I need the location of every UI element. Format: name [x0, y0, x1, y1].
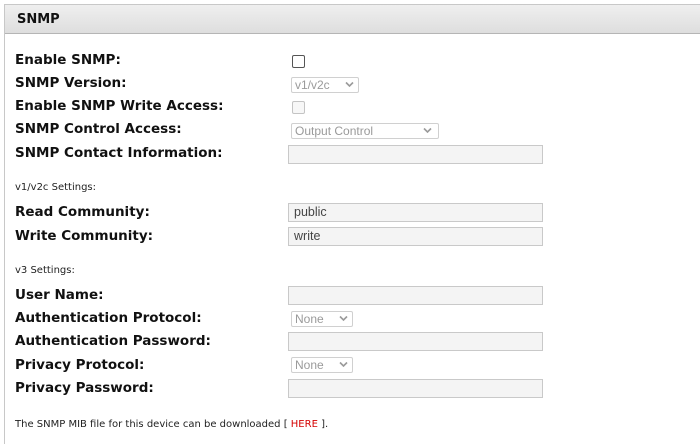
enable-write-access-label: Enable SNMP Write Access: [15, 98, 224, 114]
read-community-input[interactable]: public [288, 203, 543, 222]
footer-text-after: ]. [317, 419, 329, 430]
control-access-value: Output Control [295, 124, 374, 138]
privacy-password-label: Privacy Password: [15, 380, 154, 396]
write-community-input[interactable]: write [288, 227, 543, 246]
auth-protocol-select[interactable]: None [291, 311, 353, 327]
user-name-label: User Name: [15, 287, 104, 303]
footer-text-before: The SNMP MIB file for this device can be… [15, 419, 291, 430]
chevron-down-icon [339, 361, 348, 368]
chevron-down-icon [345, 81, 354, 88]
auth-password-label: Authentication Password: [15, 333, 211, 349]
mib-download-link[interactable]: HERE [291, 419, 318, 430]
auth-protocol-label: Authentication Protocol: [15, 310, 202, 326]
auth-password-input[interactable] [288, 332, 543, 351]
control-access-label: SNMP Control Access: [15, 121, 182, 137]
contact-info-label: SNMP Contact Information: [15, 145, 223, 161]
snmp-panel: SNMP [4, 4, 700, 444]
v3-section-label: v3 Settings: [15, 265, 75, 276]
privacy-protocol-select[interactable]: None [291, 357, 353, 373]
panel-title: SNMP [17, 12, 60, 27]
enable-snmp-label: Enable SNMP: [15, 52, 121, 68]
mib-download-note: The SNMP MIB file for this device can be… [15, 419, 328, 430]
snmp-version-label: SNMP Version: [15, 75, 127, 91]
privacy-password-input[interactable] [288, 379, 543, 398]
user-name-input[interactable] [288, 286, 543, 305]
v1v2c-section-label: v1/v2c Settings: [15, 182, 96, 193]
panel-header: SNMP [5, 5, 700, 34]
auth-protocol-value: None [295, 312, 324, 326]
chevron-down-icon [339, 315, 348, 322]
read-community-label: Read Community: [15, 204, 150, 220]
snmp-version-value: v1/v2c [295, 78, 330, 92]
control-access-select[interactable]: Output Control [291, 123, 439, 139]
privacy-protocol-value: None [295, 358, 324, 372]
enable-snmp-checkbox[interactable] [292, 55, 305, 68]
chevron-down-icon [423, 127, 432, 134]
contact-info-input[interactable] [288, 145, 543, 164]
privacy-protocol-label: Privacy Protocol: [15, 357, 145, 373]
write-community-label: Write Community: [15, 228, 154, 244]
enable-write-access-checkbox[interactable] [292, 101, 305, 114]
snmp-version-select[interactable]: v1/v2c [291, 77, 359, 93]
